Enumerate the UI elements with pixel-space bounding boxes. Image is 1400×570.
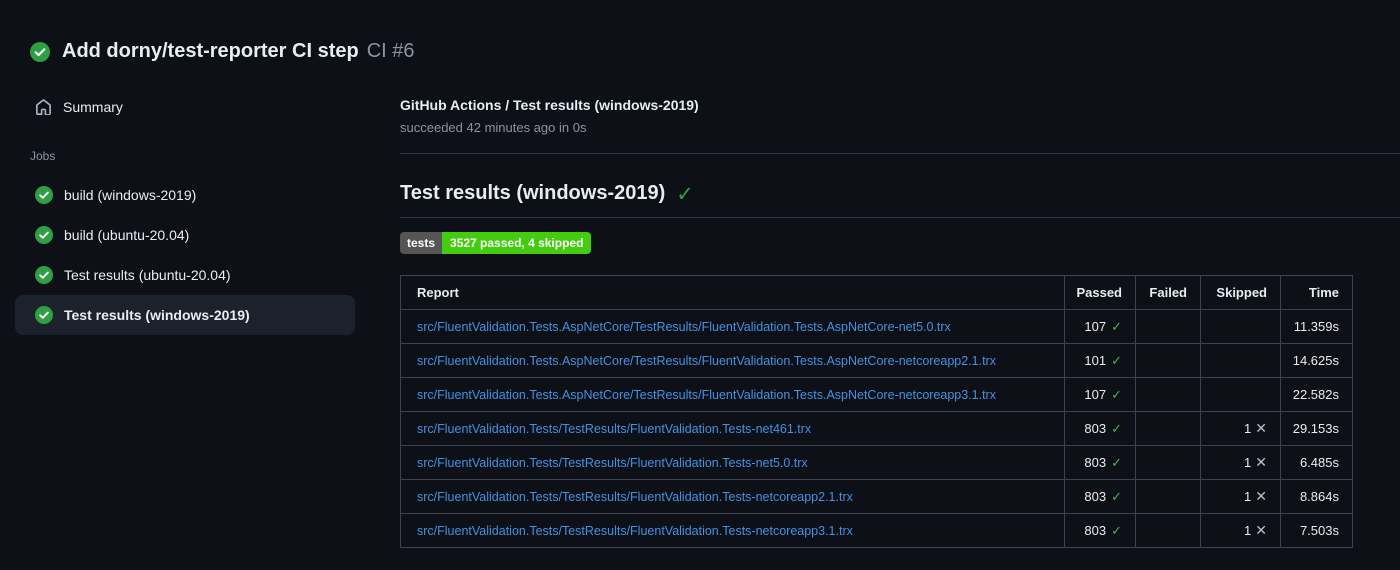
table-row: src/FluentValidation.Tests.AspNetCore/Te… bbox=[400, 377, 1353, 412]
job-title: GitHub Actions / Test results (windows-2… bbox=[400, 97, 699, 113]
passed-check-icon: ✓ bbox=[1111, 318, 1122, 334]
passed-check-icon: ✓ bbox=[1111, 352, 1122, 368]
section-heading: Test results (windows-2019) bbox=[400, 182, 666, 204]
home-icon bbox=[36, 98, 51, 115]
skipped-cross-icon: ✕ bbox=[1255, 454, 1267, 470]
sidebar-job-item[interactable]: build (ubuntu-20.04) bbox=[15, 215, 355, 255]
table-row: src/FluentValidation.Tests/TestResults/F… bbox=[400, 445, 1353, 480]
passed-count: 803 bbox=[1084, 488, 1107, 504]
skipped-cross-icon: ✕ bbox=[1255, 522, 1267, 538]
job-label: Test results (ubuntu-20.04) bbox=[64, 267, 231, 283]
time-value: 6.485s bbox=[1280, 445, 1353, 480]
column-header-skipped: Skipped bbox=[1200, 275, 1281, 310]
jobs-section-label: Jobs bbox=[30, 149, 56, 163]
passed-check-icon: ✓ bbox=[1111, 488, 1122, 504]
time-value: 7.503s bbox=[1280, 513, 1353, 548]
sidebar-job-item[interactable]: build (windows-2019) bbox=[15, 175, 355, 215]
report-table: Report Passed Failed Skipped Time src/Fl… bbox=[400, 275, 1353, 548]
table-row: src/FluentValidation.Tests/TestResults/F… bbox=[400, 479, 1353, 514]
job-label: build (ubuntu-20.04) bbox=[64, 227, 190, 243]
passed-count: 803 bbox=[1084, 454, 1107, 470]
section-heading-row: Test results (windows-2019) ✓ bbox=[400, 154, 1400, 218]
job-header: GitHub Actions / Test results (windows-2… bbox=[400, 97, 1400, 154]
skipped-cross-icon: ✕ bbox=[1255, 488, 1267, 504]
time-value: 8.864s bbox=[1280, 479, 1353, 514]
skipped-count: 1 bbox=[1244, 489, 1252, 504]
time-value: 22.582s bbox=[1280, 377, 1353, 412]
passed-check-icon: ✓ bbox=[1111, 386, 1122, 402]
sidebar-job-item[interactable]: Test results (windows-2019) bbox=[15, 295, 355, 335]
tests-badge[interactable]: tests 3527 passed, 4 skipped bbox=[400, 232, 592, 254]
passed-check-icon: ✓ bbox=[1111, 454, 1122, 470]
skipped-count: 1 bbox=[1244, 523, 1252, 538]
passed-count: 107 bbox=[1084, 386, 1107, 402]
column-header-time: Time bbox=[1280, 275, 1353, 310]
report-link[interactable]: src/FluentValidation.Tests.AspNetCore/Te… bbox=[417, 388, 996, 402]
passed-count: 803 bbox=[1084, 522, 1107, 538]
skipped-cross-icon: ✕ bbox=[1255, 420, 1267, 436]
badge-label: tests bbox=[400, 232, 443, 254]
report-link[interactable]: src/FluentValidation.Tests/TestResults/F… bbox=[417, 524, 853, 538]
success-check-circle-icon bbox=[30, 41, 50, 62]
sidebar-job-item[interactable]: Test results (ubuntu-20.04) bbox=[15, 255, 355, 295]
time-value: 11.359s bbox=[1280, 309, 1353, 344]
sidebar: Summary Jobs build (windows-2019) build … bbox=[0, 75, 400, 548]
workflow-run-header: Add dorny/test-reporter CI step CI #6 bbox=[0, 0, 1400, 75]
badge-value: 3527 passed, 4 skipped bbox=[442, 232, 592, 254]
table-row: src/FluentValidation.Tests.AspNetCore/Te… bbox=[400, 309, 1353, 344]
job-label: Test results (windows-2019) bbox=[64, 307, 250, 323]
report-link[interactable]: src/FluentValidation.Tests/TestResults/F… bbox=[417, 456, 808, 470]
report-link[interactable]: src/FluentValidation.Tests/TestResults/F… bbox=[417, 422, 811, 436]
skipped-count: 1 bbox=[1244, 455, 1252, 470]
column-header-report: Report bbox=[400, 275, 1065, 310]
table-header-row: Report Passed Failed Skipped Time bbox=[400, 275, 1353, 310]
sidebar-item-summary[interactable]: Summary bbox=[15, 91, 400, 123]
job-success-check-icon bbox=[35, 306, 53, 324]
column-header-failed: Failed bbox=[1135, 275, 1201, 310]
report-link[interactable]: src/FluentValidation.Tests.AspNetCore/Te… bbox=[417, 320, 951, 334]
job-label: build (windows-2019) bbox=[64, 187, 197, 203]
passed-check-icon: ✓ bbox=[1111, 522, 1122, 538]
summary-label: Summary bbox=[63, 99, 123, 115]
skipped-count: 1 bbox=[1244, 421, 1252, 436]
heading-check-icon: ✓ bbox=[676, 183, 694, 206]
job-success-check-icon bbox=[35, 186, 53, 204]
job-success-check-icon bbox=[35, 266, 53, 284]
job-success-check-icon bbox=[35, 226, 53, 244]
passed-check-icon: ✓ bbox=[1111, 420, 1122, 436]
report-link[interactable]: src/FluentValidation.Tests/TestResults/F… bbox=[417, 490, 853, 504]
table-row: src/FluentValidation.Tests/TestResults/F… bbox=[400, 513, 1353, 548]
job-status-line: succeeded 42 minutes ago in 0s bbox=[400, 120, 587, 135]
passed-count: 107 bbox=[1084, 318, 1107, 334]
main-content: GitHub Actions / Test results (windows-2… bbox=[400, 75, 1400, 548]
table-row: src/FluentValidation.Tests.AspNetCore/Te… bbox=[400, 343, 1353, 378]
report-link[interactable]: src/FluentValidation.Tests.AspNetCore/Te… bbox=[417, 354, 996, 368]
report-table-body: src/FluentValidation.Tests.AspNetCore/Te… bbox=[400, 309, 1353, 548]
time-value: 14.625s bbox=[1280, 343, 1353, 378]
passed-count: 101 bbox=[1084, 352, 1107, 368]
column-header-passed: Passed bbox=[1064, 275, 1136, 310]
time-value: 29.153s bbox=[1280, 411, 1353, 446]
workflow-run-title: Add dorny/test-reporter CI step bbox=[62, 40, 359, 62]
table-row: src/FluentValidation.Tests/TestResults/F… bbox=[400, 411, 1353, 446]
sidebar-jobs-list: build (windows-2019) build (ubuntu-20.04… bbox=[15, 175, 400, 335]
passed-count: 803 bbox=[1084, 420, 1107, 436]
workflow-run-number: CI #6 bbox=[366, 40, 415, 62]
